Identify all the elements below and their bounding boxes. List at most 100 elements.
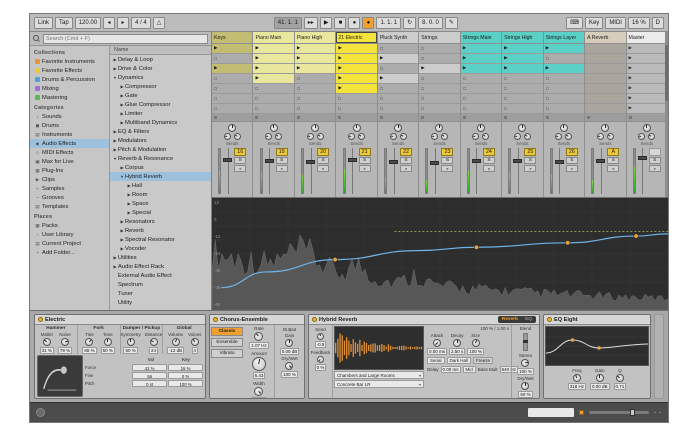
empty-clip-slot[interactable]	[461, 104, 501, 114]
volume-fader[interactable]	[472, 148, 481, 194]
empty-clip-slot[interactable]	[502, 84, 542, 94]
tree-item-limiter[interactable]: ▶Limiter	[110, 109, 211, 118]
clip[interactable]: ▶	[336, 54, 376, 64]
hybrid-blend-slider[interactable]	[523, 333, 528, 351]
pan-knob[interactable]	[518, 124, 526, 132]
send-b-knob[interactable]	[524, 133, 531, 140]
sidebar-item-templates[interactable]: ▤Templates	[30, 202, 109, 211]
tree-item-utility[interactable]: Utility	[110, 298, 211, 307]
volume-fader[interactable]	[555, 148, 564, 194]
empty-clip-slot[interactable]	[419, 94, 459, 104]
sidebar-item-clips[interactable]: ▶Clips	[30, 175, 109, 184]
key-map-button[interactable]: Key	[585, 17, 603, 29]
empty-clip-slot[interactable]	[295, 84, 335, 94]
sidebar-item-packs[interactable]: ▦Packs	[30, 221, 109, 230]
tree-item-reverb[interactable]: ▶Reverb	[110, 226, 211, 235]
empty-clip-slot[interactable]	[295, 74, 335, 84]
fader-handle[interactable]	[596, 159, 605, 163]
clip[interactable]: ▶	[295, 54, 335, 64]
send-a-knob[interactable]	[514, 133, 521, 140]
scene-slot[interactable]: ▶	[627, 74, 667, 84]
volume-fader[interactable]	[348, 148, 357, 194]
tree-item-glue-compressor[interactable]: ▶Glue Compressor	[110, 100, 211, 109]
link-button[interactable]: Link	[34, 17, 53, 29]
matrix-value[interactable]: 16 %	[168, 364, 203, 371]
chorus-mode-vibrato[interactable]: Vibrato	[211, 349, 243, 358]
fader-handle[interactable]	[306, 160, 315, 164]
clip[interactable]: ▶	[378, 74, 418, 84]
track-header-strings-high[interactable]: Strings High	[502, 32, 542, 44]
volume-fader[interactable]	[638, 148, 647, 194]
send-b-knob[interactable]	[648, 133, 655, 140]
clip-stop-row[interactable]	[419, 114, 459, 122]
tree-item-corpus[interactable]: ▶Corpus	[110, 163, 211, 172]
chorus-amount-knob[interactable]	[252, 357, 266, 371]
tree-item-resonators[interactable]: ▶Resonators	[110, 217, 211, 226]
chorus-rate-knob[interactable]	[254, 332, 263, 341]
tree-item-external-audio-effect[interactable]: External Audio Effect	[110, 271, 211, 280]
solo-button[interactable]: S	[276, 157, 288, 164]
empty-clip-slot[interactable]	[212, 54, 252, 64]
empty-clip-slot[interactable]	[419, 84, 459, 94]
metronome-toggle[interactable]: △	[153, 17, 166, 29]
arm-button[interactable]: ●	[566, 165, 578, 172]
empty-clip-slot[interactable]	[378, 44, 418, 54]
tree-item-spectral-resonator[interactable]: ▶Spectral Resonator	[110, 235, 211, 244]
tree-item-delay-loop[interactable]: ▶Delay & Loop	[110, 55, 211, 64]
send-a-knob[interactable]	[390, 133, 397, 140]
volume-fader[interactable]	[223, 148, 232, 194]
clip-stop-row[interactable]	[378, 114, 418, 122]
play-button[interactable]: ▶	[320, 17, 333, 29]
clip[interactable]: ▶	[253, 54, 293, 64]
empty-clip-slot[interactable]	[212, 84, 252, 94]
pan-knob[interactable]	[601, 124, 609, 132]
empty-clip-slot[interactable]	[336, 104, 376, 114]
clip[interactable]: ▶	[544, 44, 584, 54]
clip-stop-row[interactable]	[336, 114, 376, 122]
fader-handle[interactable]	[223, 158, 232, 162]
tab-eq[interactable]: EQ	[522, 317, 535, 322]
send-a-knob[interactable]	[224, 133, 231, 140]
status-slider-handle[interactable]	[630, 409, 635, 416]
pan-knob[interactable]	[477, 124, 485, 132]
send-b-knob[interactable]	[400, 133, 407, 140]
pan-knob[interactable]	[560, 124, 568, 132]
track-header-strings[interactable]: Strings	[419, 32, 459, 44]
clip[interactable]: ▶	[461, 44, 501, 54]
device-on-toggle[interactable]	[547, 317, 552, 322]
clip[interactable]: ▶	[295, 64, 335, 74]
clip[interactable]: ▶	[461, 54, 501, 64]
arm-button[interactable]: ●	[441, 165, 453, 172]
solo-button[interactable]: S	[400, 157, 412, 164]
track-header-21-electric[interactable]: 21 Electric	[336, 32, 376, 44]
clip[interactable]: ▶	[502, 54, 542, 64]
clip[interactable]: ▶	[461, 64, 501, 74]
empty-clip-slot[interactable]	[212, 94, 252, 104]
fader-handle[interactable]	[472, 159, 481, 163]
send-a-knob[interactable]	[555, 133, 562, 140]
hybrid-decay-knob[interactable]	[453, 339, 461, 347]
scene-slot[interactable]: ▶	[627, 44, 667, 54]
hybrid-algorithm-select[interactable]: Dark Hall	[447, 357, 472, 364]
tree-item-vocoder[interactable]: ▶Vocoder	[110, 244, 211, 253]
solo-button[interactable]: S	[607, 157, 619, 164]
track-activator[interactable]: 26	[566, 148, 578, 156]
tree-item-utilities[interactable]: ▶Utilities	[110, 253, 211, 262]
clip[interactable]: ▶	[502, 44, 542, 54]
pan-knob[interactable]	[228, 124, 236, 132]
tab-reverb[interactable]: Reverb	[499, 317, 521, 322]
clip[interactable]: ▶	[253, 64, 293, 74]
loop-start-field[interactable]: 1. 1. 1	[376, 17, 401, 29]
tree-item-drive-color[interactable]: ▶Drive & Color	[110, 64, 211, 73]
pan-knob[interactable]	[435, 124, 443, 132]
empty-clip-slot[interactable]	[295, 94, 335, 104]
send-a-knob[interactable]	[597, 133, 604, 140]
clip[interactable]: ▶	[212, 44, 252, 54]
track-activator[interactable]: 23	[441, 148, 453, 156]
arm-button[interactable]: ●	[483, 165, 495, 172]
sidebar-item-audio-effects[interactable]: ◆Audio Effects	[30, 139, 109, 148]
empty-clip-slot[interactable]	[544, 94, 584, 104]
empty-clip-slot[interactable]	[419, 74, 459, 84]
empty-clip-slot[interactable]	[253, 104, 293, 114]
sidebar-item-plug-ins[interactable]: ▦Plug-Ins	[30, 166, 109, 175]
